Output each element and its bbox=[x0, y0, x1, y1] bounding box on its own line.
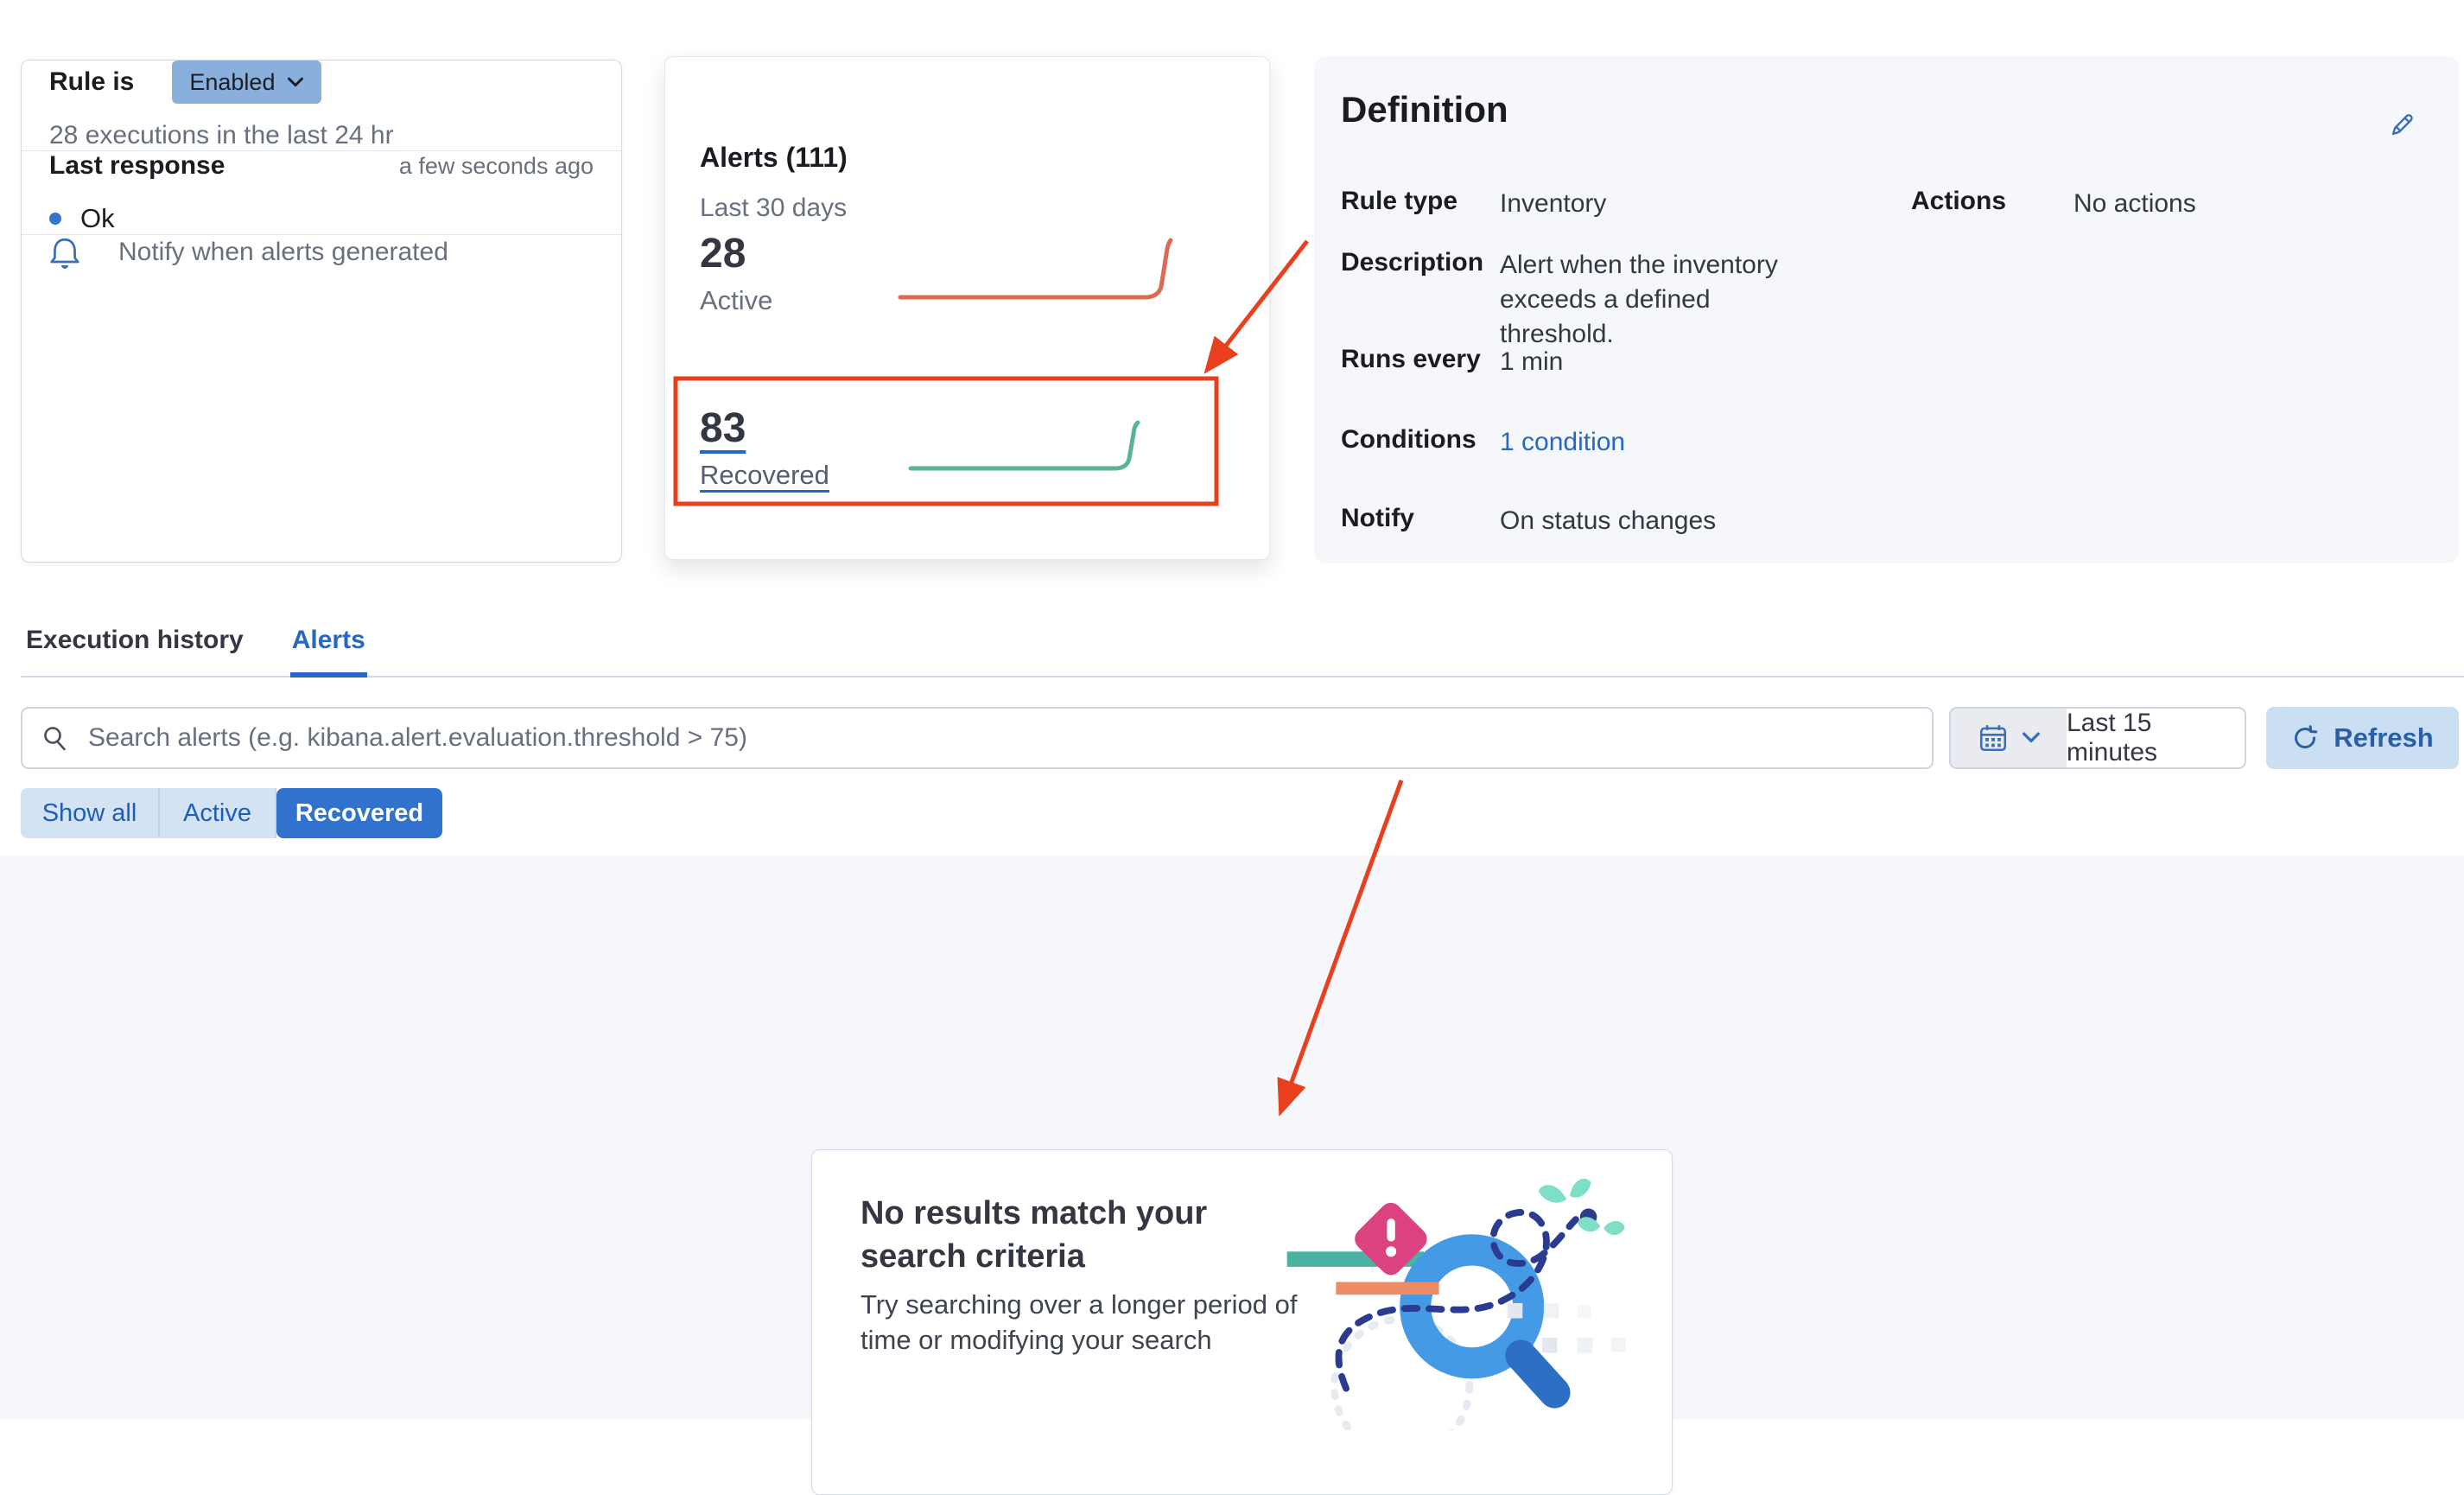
definition-row-notify: Notify On status changes bbox=[1341, 504, 1716, 538]
rule-is-label: Rule is bbox=[49, 67, 135, 96]
status-ok-text: Ok bbox=[80, 203, 115, 233]
no-results-panel: No results match your search criteria Tr… bbox=[811, 1149, 1673, 1495]
alerts-card-title: Alerts (111) bbox=[700, 142, 848, 173]
edit-rule-button[interactable] bbox=[2383, 106, 2421, 144]
definition-title: Definition bbox=[1341, 89, 1508, 130]
calendar-icon bbox=[1979, 725, 2006, 752]
tab-execution-history[interactable]: Execution history bbox=[24, 619, 245, 676]
notify-value: On status changes bbox=[1500, 506, 1717, 535]
recovered-alerts-stat: 83 Recovered bbox=[700, 406, 829, 491]
actions-value: No actions bbox=[2073, 189, 2196, 218]
notify-text: Notify when alerts generated bbox=[118, 238, 448, 266]
time-range-value[interactable]: Last 15 minutes bbox=[2067, 709, 2245, 767]
chevron-down-icon bbox=[2022, 732, 2040, 743]
no-results-body: Try searching over a longer period of ti… bbox=[860, 1289, 1298, 1355]
status-ok-dot bbox=[49, 213, 61, 225]
runs-every-label: Runs every bbox=[1341, 345, 1481, 373]
conditions-link[interactable]: 1 condition bbox=[1500, 425, 1625, 460]
rule-type-label: Rule type bbox=[1341, 187, 1458, 215]
refresh-icon bbox=[2295, 725, 2318, 749]
conditions-label: Conditions bbox=[1341, 425, 1476, 454]
bell-icon bbox=[50, 238, 79, 269]
rule-status-card: Rule is Enabled 28 executions in the las… bbox=[21, 60, 622, 563]
rule-enabled-badge[interactable]: Enabled bbox=[172, 60, 322, 104]
filter-show-all-button[interactable]: Show all bbox=[21, 788, 160, 838]
last-response-label: Last response bbox=[49, 151, 225, 180]
executions-text: 28 executions in the last 24 hr bbox=[49, 121, 394, 150]
search-empty-state-illustration bbox=[1286, 1178, 1626, 1430]
alerts-search-bar[interactable] bbox=[21, 707, 1934, 769]
rule-type-value: Inventory bbox=[1500, 189, 1607, 218]
filter-active-button[interactable]: Active bbox=[160, 788, 276, 838]
description-value: Alert when the inventory exceeds a defin… bbox=[1500, 251, 1778, 348]
recovered-alerts-count-link[interactable]: 83 bbox=[700, 406, 829, 451]
rule-enabled-badge-label: Enabled bbox=[189, 68, 276, 95]
tab-alerts[interactable]: Alerts bbox=[289, 619, 367, 678]
details-tabs: Execution history Alerts bbox=[21, 619, 2464, 678]
rule-status-section: Rule is Enabled 28 executions in the las… bbox=[22, 60, 621, 151]
chevron-down-icon bbox=[288, 77, 304, 86]
search-input[interactable] bbox=[88, 723, 1913, 753]
definition-row-conditions: Conditions 1 condition bbox=[1341, 425, 1625, 460]
definition-row-description: Description Alert when the inventory exc… bbox=[1341, 248, 1811, 352]
time-range-picker[interactable]: Last 15 minutes bbox=[1949, 707, 2246, 769]
definition-panel: Definition Rule type Inventory Actions N… bbox=[1314, 56, 2459, 563]
active-alerts-count: 28 bbox=[700, 231, 746, 277]
definition-row-actions: Actions No actions bbox=[1911, 187, 2196, 221]
active-alerts-label: Active bbox=[700, 285, 773, 315]
definition-row-runs-every: Runs every 1 min bbox=[1341, 345, 1563, 379]
last-response-time: a few seconds ago bbox=[398, 153, 594, 179]
recovered-alerts-label-link[interactable]: Recovered bbox=[700, 460, 829, 491]
notify-label: Notify bbox=[1341, 504, 1414, 532]
no-results-title: No results match your search criteria bbox=[860, 1195, 1208, 1275]
alerts-summary-card: Alerts (111) Last 30 days 28 Active 83 R… bbox=[664, 56, 1270, 560]
recovered-sparkline-chart bbox=[908, 420, 1140, 471]
refresh-button-label: Refresh bbox=[2334, 722, 2434, 753]
pencil-icon bbox=[2391, 114, 2413, 136]
definition-row-rule-type: Rule type Inventory bbox=[1341, 187, 1606, 221]
alert-status-filter-group: Show all Active Recovered bbox=[21, 788, 442, 838]
search-icon bbox=[44, 727, 66, 751]
active-alerts-stat: 28 Active bbox=[700, 232, 772, 316]
notify-section: Notify when alerts generated bbox=[22, 235, 621, 270]
active-sparkline-chart bbox=[898, 238, 1173, 300]
actions-label: Actions bbox=[1911, 187, 2007, 215]
last-response-section: Last response a few seconds ago Ok bbox=[22, 151, 621, 235]
runs-every-value: 1 min bbox=[1500, 347, 1564, 376]
filter-recovered-button[interactable]: Recovered bbox=[276, 788, 442, 838]
description-label: Description bbox=[1341, 248, 1484, 277]
refresh-button[interactable]: Refresh bbox=[2266, 707, 2459, 769]
time-picker-calendar-button[interactable] bbox=[1951, 709, 2067, 767]
alerts-card-subtitle: Last 30 days bbox=[700, 194, 848, 222]
